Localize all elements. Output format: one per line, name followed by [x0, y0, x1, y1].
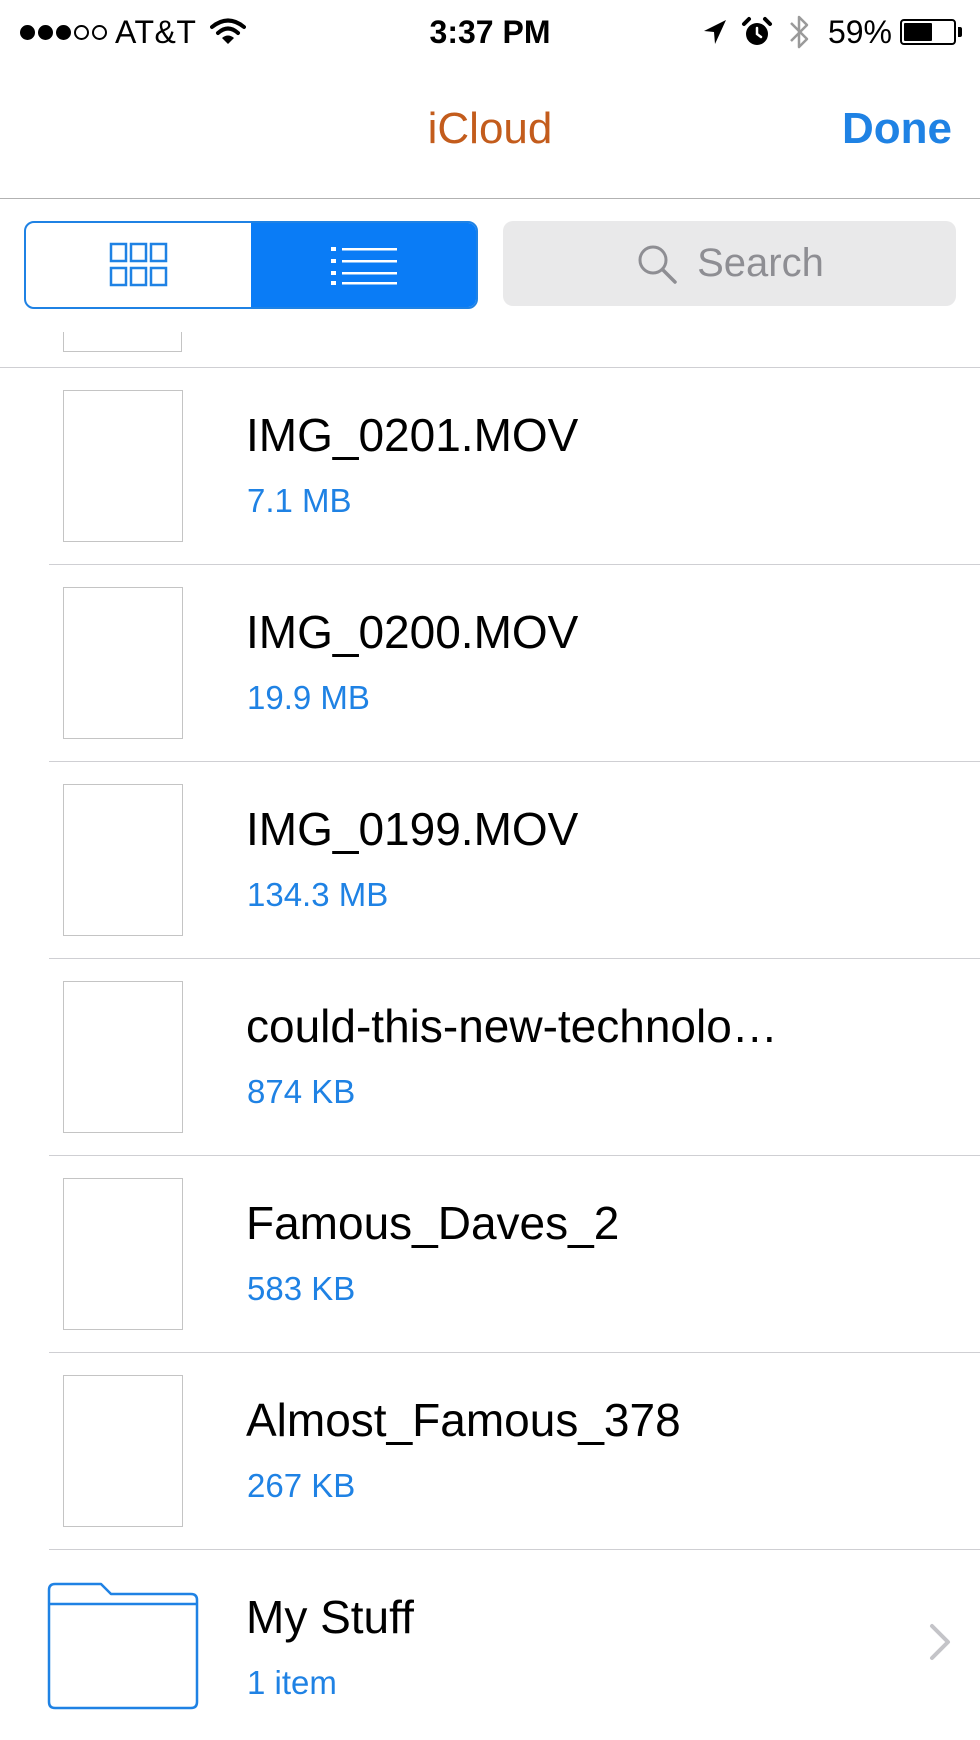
- file-name: could-this-new-technolo…: [246, 1000, 778, 1052]
- file-name: IMG_0201.MOV: [246, 409, 579, 461]
- battery-fill: [904, 23, 932, 41]
- location-arrow-icon: [703, 20, 726, 44]
- grid-view-button[interactable]: [26, 223, 251, 307]
- file-list: IMG_0201.MOV 7.1 MB IMG_0200.MOV 19.9 MB…: [0, 332, 980, 1740]
- file-thumbnail: [63, 332, 182, 352]
- list-item-partial[interactable]: [0, 332, 980, 368]
- file-name: IMG_0199.MOV: [246, 803, 579, 855]
- file-size: 874 KB: [247, 1073, 356, 1110]
- file-row[interactable]: could-this-new-technolo… 874 KB: [49, 959, 980, 1156]
- file-thumbnail: [63, 981, 183, 1133]
- file-row[interactable]: IMG_0199.MOV 134.3 MB: [49, 762, 980, 959]
- battery-tip: [958, 27, 962, 37]
- file-rows: IMG_0201.MOV 7.1 MB IMG_0200.MOV 19.9 MB…: [0, 368, 980, 1740]
- status-bar: AT&T 3:37 PM 59%: [0, 0, 980, 66]
- file-row[interactable]: Famous_Daves_2 583 KB: [49, 1156, 980, 1353]
- folder-icon: [47, 1582, 199, 1710]
- done-button[interactable]: Done: [842, 104, 952, 154]
- search-icon: [638, 245, 677, 284]
- folder-row[interactable]: My Stuff 1 item: [47, 1550, 980, 1740]
- list-view-button[interactable]: [251, 223, 476, 307]
- file-size: 267 KB: [247, 1467, 356, 1504]
- search-field[interactable]: Search: [503, 221, 956, 306]
- battery-icon: [900, 19, 956, 45]
- search-placeholder: Search: [697, 241, 824, 285]
- file-size: 134.3 MB: [247, 876, 389, 913]
- alarm-clock-icon: [741, 17, 772, 45]
- chevron-right-icon: [930, 1624, 950, 1660]
- file-size: 583 KB: [247, 1270, 356, 1307]
- file-thumbnail: [63, 784, 183, 936]
- bluetooth-icon: [790, 15, 809, 49]
- file-thumbnail: [63, 1178, 183, 1330]
- file-size: 19.9 MB: [247, 679, 370, 716]
- navigation-bar: iCloud Done: [0, 66, 980, 199]
- toolbar: Search: [0, 199, 980, 332]
- grid-icon: [109, 242, 167, 287]
- file-row[interactable]: Almost_Famous_378 267 KB: [49, 1353, 980, 1550]
- list-icon: [330, 247, 397, 285]
- file-name: IMG_0200.MOV: [246, 606, 579, 658]
- folder-item-count: 1 item: [247, 1664, 337, 1701]
- file-thumbnail: [63, 587, 183, 739]
- file-thumbnail: [63, 390, 183, 542]
- file-name: Almost_Famous_378: [246, 1394, 681, 1446]
- file-thumbnail: [63, 1375, 183, 1527]
- file-name: Famous_Daves_2: [246, 1197, 620, 1249]
- file-size: 7.1 MB: [247, 482, 352, 519]
- battery-percent: 59%: [827, 13, 892, 50]
- file-row[interactable]: IMG_0201.MOV 7.1 MB: [49, 368, 980, 565]
- view-mode-segmented-control: [24, 221, 478, 309]
- page-title: iCloud: [427, 104, 553, 153]
- file-row[interactable]: IMG_0200.MOV 19.9 MB: [49, 565, 980, 762]
- folder-name: My Stuff: [246, 1591, 414, 1643]
- status-right: 59%: [700, 12, 962, 52]
